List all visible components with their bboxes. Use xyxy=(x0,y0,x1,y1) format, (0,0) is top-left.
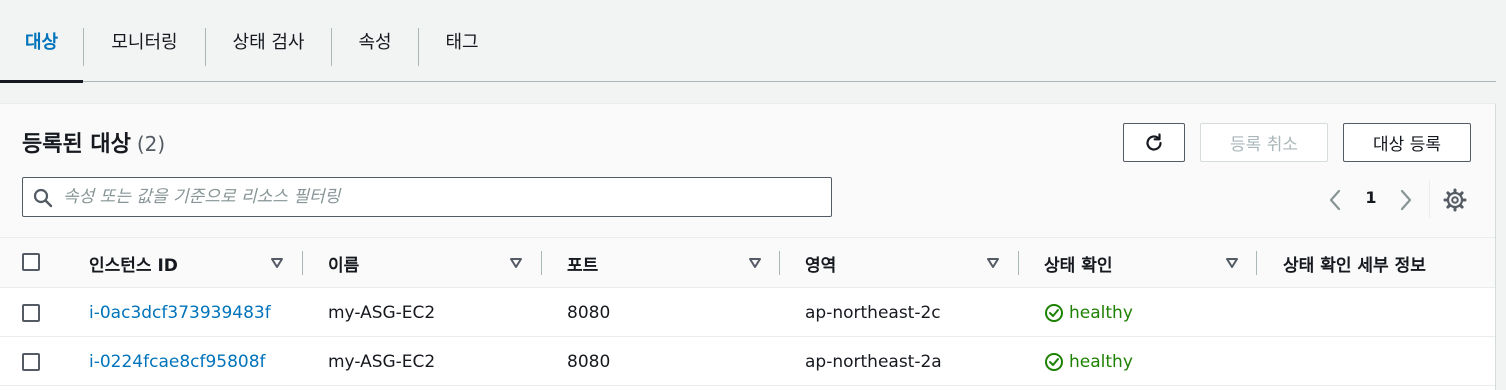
tab-label: 대상 xyxy=(24,32,59,53)
panel-title: 등록된 대상 (2) xyxy=(22,126,165,158)
deregister-button[interactable]: 등록 취소 xyxy=(1200,123,1328,162)
tab-tags[interactable]: 태그 xyxy=(419,0,505,82)
health-status-text: healthy xyxy=(1069,302,1133,323)
tab-label: 속성 xyxy=(358,32,392,53)
instance-id-link[interactable]: i-0ac3dcf373939483f xyxy=(89,288,271,337)
zone-value: ap-northeast-2c xyxy=(805,302,941,323)
check-circle-icon xyxy=(1045,352,1063,371)
port-value: 8080 xyxy=(567,302,611,323)
gear-icon[interactable] xyxy=(1443,188,1467,212)
sort-icon[interactable] xyxy=(986,256,1000,270)
tab-label: 상태 검사 xyxy=(232,32,305,53)
deregister-label: 등록 취소 xyxy=(1230,135,1298,155)
port-value: 8080 xyxy=(567,351,611,372)
instance-id-link[interactable]: i-0224fcae8cf95808f xyxy=(89,337,266,386)
panel-title-text: 등록된 대상 xyxy=(22,132,131,157)
zone-value: ap-northeast-2a xyxy=(805,351,942,372)
column-header-health-details[interactable]: 상태 확인 세부 정보 xyxy=(1283,238,1426,288)
column-divider[interactable] xyxy=(1256,251,1257,275)
column-header-instance-id[interactable]: 인스턴스 ID xyxy=(89,238,178,288)
table-header: 인스턴스 ID 이름 포트 영역 상태 확인 상태 확인 세부 정보 xyxy=(0,238,1495,288)
tab-health-checks[interactable]: 상태 검사 xyxy=(206,0,331,82)
health-status: healthy xyxy=(1044,337,1133,386)
check-circle-icon xyxy=(1045,303,1063,322)
refresh-icon xyxy=(1146,132,1162,151)
sort-icon[interactable] xyxy=(509,256,523,270)
column-header-health-status[interactable]: 상태 확인 xyxy=(1044,238,1112,288)
refresh-button[interactable] xyxy=(1123,123,1185,162)
pager-divider xyxy=(1429,180,1430,218)
table-row: i-0224fcae8cf95808f my-ASG-EC2 8080 ap-n… xyxy=(0,337,1495,386)
health-status: healthy xyxy=(1044,288,1133,337)
column-divider[interactable] xyxy=(779,251,780,275)
panel-header: 등록된 대상(2) 등록 취소 대상 등록 1 xyxy=(0,104,1495,238)
select-all-checkbox[interactable] xyxy=(22,253,40,271)
register-targets-button[interactable]: 대상 등록 xyxy=(1343,123,1471,162)
chevron-left-icon[interactable] xyxy=(1328,189,1342,211)
table-row: i-0ac3dcf373939483f my-ASG-EC2 8080 ap-n… xyxy=(0,288,1495,337)
row-checkbox[interactable] xyxy=(22,353,40,371)
instance-name: my-ASG-EC2 xyxy=(328,351,436,372)
column-divider[interactable] xyxy=(1018,251,1019,275)
tab-label: 모니터링 xyxy=(111,32,178,53)
row-checkbox[interactable] xyxy=(22,304,40,322)
search-icon xyxy=(33,188,53,208)
column-header-port[interactable]: 포트 xyxy=(567,238,598,288)
tab-label: 태그 xyxy=(445,32,479,53)
target-count: (2) xyxy=(136,132,166,156)
filter-search-box xyxy=(22,177,832,217)
sort-icon[interactable] xyxy=(270,256,284,270)
column-header-zone[interactable]: 영역 xyxy=(805,238,836,288)
tab-bar: 대상 모니터링 상태 검사 속성 태그 xyxy=(0,0,1496,83)
register-label: 대상 등록 xyxy=(1373,135,1441,155)
health-status-text: healthy xyxy=(1069,351,1133,372)
page-number[interactable]: 1 xyxy=(1362,188,1380,207)
column-divider[interactable] xyxy=(302,251,303,275)
column-divider[interactable] xyxy=(541,251,542,275)
sort-icon[interactable] xyxy=(1225,256,1239,270)
chevron-right-icon[interactable] xyxy=(1399,189,1413,211)
instance-name: my-ASG-EC2 xyxy=(328,302,436,323)
tab-monitoring[interactable]: 모니터링 xyxy=(84,0,205,82)
filter-input[interactable] xyxy=(63,178,823,216)
registered-targets-panel: 등록된 대상(2) 등록 취소 대상 등록 1 xyxy=(0,103,1496,390)
column-header-name[interactable]: 이름 xyxy=(328,238,359,288)
tab-attributes[interactable]: 속성 xyxy=(332,0,418,82)
sort-icon[interactable] xyxy=(748,256,762,270)
tab-targets[interactable]: 대상 xyxy=(0,0,83,83)
